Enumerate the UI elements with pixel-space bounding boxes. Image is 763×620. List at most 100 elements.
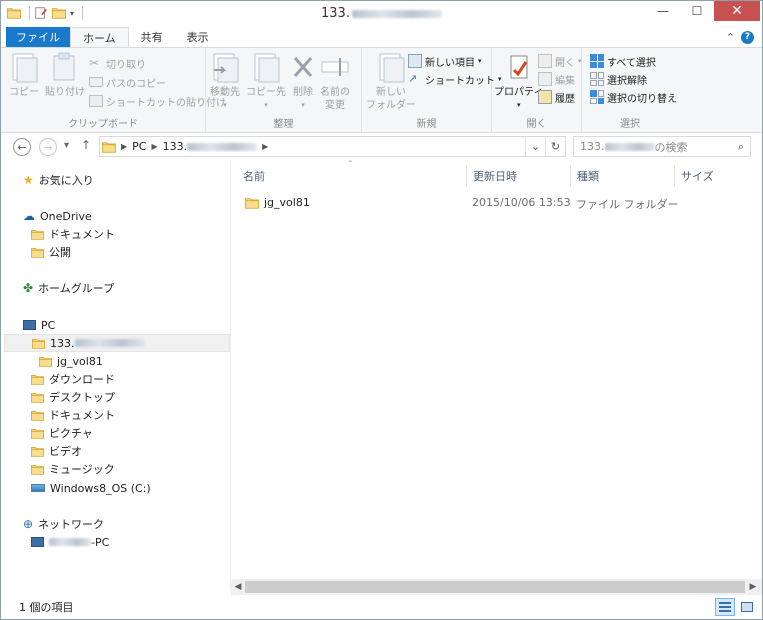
nav-favorites[interactable]: ★ お気に入り	[23, 171, 94, 189]
select-all-button[interactable]: すべて選択	[590, 52, 656, 70]
close-button[interactable]: ✕	[714, 1, 760, 21]
nav-onedrive[interactable]: ☁ OneDrive	[23, 207, 92, 225]
maximize-button[interactable]: ☐	[680, 1, 714, 21]
open-group: プロパティ ▾ 開く ▾ 編集 履歴 開く	[492, 48, 582, 133]
nav-jg-folder[interactable]: jg_vol81	[39, 352, 103, 370]
open-button[interactable]: 開く ▾	[538, 52, 582, 70]
breadcrumb-separator: ▶	[151, 142, 158, 151]
cut-button[interactable]: ✂ 切り取り	[89, 54, 146, 72]
navigation-pane: ★ お気に入り ☁ OneDrive ドキュメント 公開 ✤ ホームグループ PC 1…	[1, 161, 230, 591]
copy-button[interactable]: コピー	[9, 52, 39, 99]
file-type: ファイル フォルダー	[576, 198, 679, 211]
select-group-label: 選択	[620, 119, 640, 130]
large-icons-view-button[interactable]	[737, 598, 757, 616]
address-bar[interactable]: ▶ PC ▶ 133. ▶ ⌄ ↻	[99, 136, 566, 157]
address-history-icon[interactable]: ⌄	[525, 137, 545, 156]
move-to-icon	[210, 52, 240, 84]
easy-access-button[interactable]: ↗ ショートカット ▾	[408, 70, 502, 88]
nav-pc[interactable]: PC	[23, 316, 55, 334]
explorer-window: ▾ 133. — ☐ ✕ ファイル ホーム 共有 表示 ⌃ ? コピー 貼り付け…	[0, 0, 763, 620]
star-icon: ★	[23, 173, 34, 187]
new-group: 新しい フォルダー 新しい項目 ▾ ↗ ショートカット ▾ 新規	[362, 48, 502, 133]
nav-pictures[interactable]: ピクチャ	[31, 424, 93, 442]
select-none-button[interactable]: 選択解除	[590, 70, 647, 88]
recent-locations-icon[interactable]: ▾	[64, 140, 69, 151]
horizontal-scrollbar[interactable]: ◀ ▶	[231, 579, 762, 595]
folder-icon	[102, 141, 116, 153]
breadcrumb-share[interactable]: 133.	[163, 140, 258, 153]
ribbon: コピー 貼り付け ✂ 切り取り パスのコピー ショートカットの貼り付け クリップ…	[1, 47, 762, 133]
column-header-size[interactable]: サイズ	[675, 165, 761, 187]
network-icon: ⊕	[23, 517, 34, 531]
properties-icon	[510, 55, 528, 79]
collapse-ribbon-icon[interactable]: ⌃	[726, 31, 735, 44]
item-count: 1 個の項目	[19, 601, 74, 614]
move-to-button[interactable]: 移動先 ▾	[210, 52, 240, 112]
help-icon[interactable]: ?	[741, 30, 754, 44]
forward-button[interactable]: →	[39, 138, 57, 156]
tab-view[interactable]: 表示	[175, 27, 221, 47]
organize-group: 移動先 ▾ コピー先 ▾ 削除 ▾ 名前の 変更 整理	[206, 48, 362, 133]
paste-shortcut-icon	[89, 95, 103, 107]
documents-folder-icon	[31, 410, 44, 421]
scissors-icon: ✂	[89, 56, 100, 70]
nav-network-pc[interactable]: -PC	[31, 533, 109, 551]
file-modified: 2015/10/06 13:53	[472, 196, 571, 209]
scroll-left-icon[interactable]: ◀	[231, 580, 245, 594]
back-button[interactable]: ←	[13, 138, 31, 156]
edit-button[interactable]: 編集	[538, 70, 575, 88]
clipboard-group-label: クリップボード	[68, 119, 138, 130]
search-box[interactable]: 133. の検索 ⌕	[573, 136, 751, 157]
folder-icon	[32, 338, 45, 349]
scrollbar-thumb[interactable]	[245, 581, 745, 593]
nav-onedrive-documents[interactable]: ドキュメント	[31, 225, 115, 243]
invert-selection-icon	[590, 90, 604, 104]
computer-icon	[31, 537, 44, 547]
nav-videos[interactable]: ビデオ	[31, 442, 82, 460]
search-icon: ⌕	[737, 139, 744, 153]
invert-selection-button[interactable]: 選択の切り替え	[590, 88, 677, 106]
nav-downloads[interactable]: ダウンロード	[31, 370, 115, 388]
copy-to-button[interactable]: コピー先 ▾	[246, 52, 286, 112]
history-icon	[538, 90, 552, 104]
nav-documents[interactable]: ドキュメント	[31, 406, 115, 424]
new-group-label: 新規	[416, 119, 437, 130]
copy-path-button[interactable]: パスのコピー	[89, 73, 166, 91]
file-list: ⌃ 名前 更新日時 種類 サイズ jg_vol81 2015/10/06 13:…	[231, 159, 762, 579]
tab-home[interactable]: ホーム	[70, 27, 129, 47]
column-header-type[interactable]: 種類	[571, 165, 675, 187]
delete-button[interactable]: 削除 ▾	[288, 52, 318, 112]
nav-network-share[interactable]: 133.	[4, 334, 230, 352]
details-view-button[interactable]	[715, 598, 735, 616]
copy-to-icon	[251, 52, 281, 84]
nav-homegroup[interactable]: ✤ ホームグループ	[23, 279, 114, 297]
nav-drive-c[interactable]: Windows8_OS (C:)	[31, 479, 151, 497]
videos-folder-icon	[31, 446, 44, 457]
cloud-icon: ☁	[23, 209, 35, 223]
scroll-right-icon[interactable]: ▶	[746, 580, 760, 594]
computer-icon	[23, 320, 36, 330]
rename-button[interactable]: 名前の 変更	[320, 52, 350, 112]
tab-file[interactable]: ファイル	[6, 27, 70, 47]
nav-music[interactable]: ミュージック	[31, 460, 115, 478]
column-header-name[interactable]: 名前	[237, 165, 467, 187]
properties-button[interactable]: プロパティ ▾	[494, 52, 543, 112]
history-button[interactable]: 履歴	[538, 88, 575, 106]
nav-onedrive-public[interactable]: 公開	[31, 243, 71, 261]
nav-network[interactable]: ⊕ ネットワーク	[23, 515, 104, 533]
drive-icon	[31, 484, 45, 492]
new-item-button[interactable]: 新しい項目 ▾	[408, 52, 482, 70]
breadcrumb-pc[interactable]: PC	[132, 140, 146, 153]
folder-icon	[31, 229, 44, 240]
up-icon[interactable]: ↑	[81, 138, 91, 152]
open-icon	[538, 54, 552, 68]
file-row[interactable]: jg_vol81 2015/10/06 13:53 ファイル フォルダー	[237, 193, 757, 213]
tab-share[interactable]: 共有	[129, 27, 175, 47]
column-header-modified[interactable]: 更新日時	[467, 165, 571, 187]
navigation-bar: ← → ▾ ↑ ▶ PC ▶ 133. ▶ ⌄ ↻ 133. の検索 ⌕	[1, 134, 762, 160]
nav-desktop[interactable]: デスクトップ	[31, 388, 115, 406]
minimize-button[interactable]: —	[646, 1, 680, 21]
refresh-icon[interactable]: ↻	[545, 137, 565, 156]
paste-button[interactable]: 貼り付け	[45, 52, 85, 99]
delete-icon	[293, 57, 313, 77]
